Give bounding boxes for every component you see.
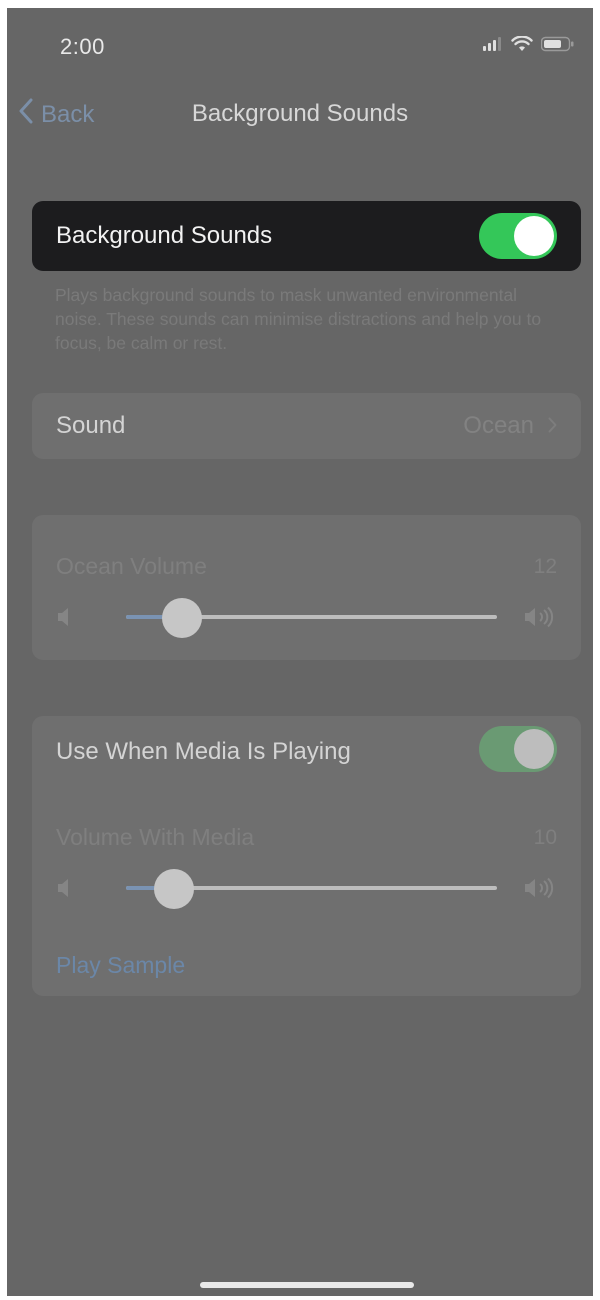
speaker-high-icon (523, 606, 559, 633)
chevron-right-icon (548, 412, 557, 440)
toggle-knob (514, 216, 554, 256)
volume-section: Ocean Volume 12 (32, 515, 581, 660)
background-sounds-toggle[interactable] (479, 213, 557, 259)
status-time: 2:00 (60, 34, 105, 59)
screen: 2:00 Back Background Sounds Background S… (7, 8, 593, 1296)
media-volume-slider-row (56, 868, 559, 909)
media-volume-value: 10 (533, 826, 557, 849)
volume-slider-thumb[interactable] (161, 598, 202, 638)
background-sounds-row: Background Sounds (32, 201, 581, 271)
volume-slider-row (56, 597, 559, 638)
media-volume-label: Volume With Media (56, 824, 255, 850)
sound-value: Ocean (463, 412, 534, 439)
description-text: Plays background sounds to mask unwanted… (55, 285, 542, 353)
toggle-knob (514, 729, 554, 769)
media-volume-slider[interactable] (126, 869, 497, 909)
wifi-icon (511, 35, 533, 57)
speaker-low-icon (56, 606, 76, 633)
play-sample-button[interactable]: Play Sample (56, 952, 185, 979)
use-when-media-toggle[interactable] (479, 726, 557, 772)
sound-label: Sound (56, 412, 126, 439)
sound-value-group: Ocean (463, 412, 557, 440)
home-indicator[interactable] (200, 1282, 414, 1288)
status-icons (483, 35, 575, 57)
battery-icon (540, 36, 575, 57)
sound-row[interactable]: Sound Ocean (32, 393, 581, 459)
speaker-high-icon (523, 877, 559, 904)
volume-slider[interactable] (126, 598, 497, 638)
volume-label: Ocean Volume (56, 553, 207, 579)
cellular-signal-icon (483, 37, 503, 56)
media-volume-slider-thumb[interactable] (154, 869, 195, 909)
page-title: Background Sounds (191, 100, 409, 127)
speaker-low-icon (56, 877, 76, 904)
background-sounds-label: Background Sounds (56, 222, 273, 249)
use-when-media-label: Use When Media Is Playing (56, 738, 351, 765)
volume-value: 12 (533, 555, 557, 578)
media-section: Use When Media Is Playing Volume With Me… (32, 716, 581, 996)
